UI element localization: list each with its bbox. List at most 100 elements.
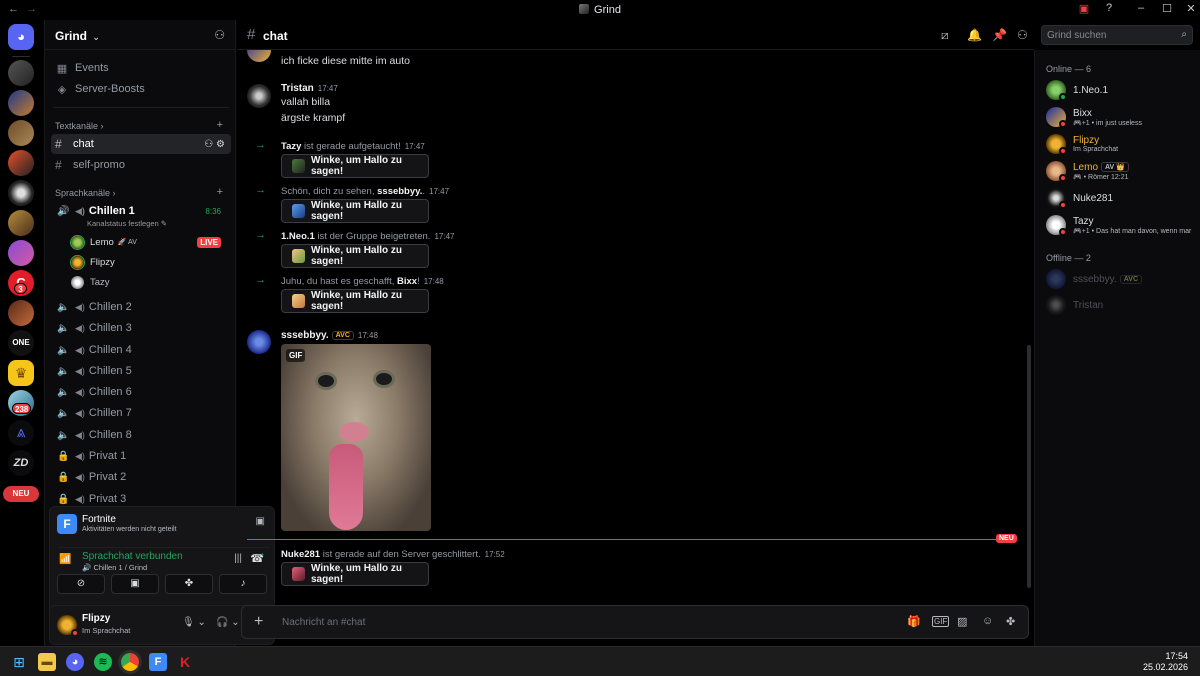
voice-channel-chillen-1[interactable]: 🔊 ◀) Chillen 1 8:36 [51, 201, 231, 221]
channel-settings-icons[interactable]: ⚇ ⚙ [204, 139, 225, 150]
server-icon[interactable] [8, 300, 34, 326]
avatar[interactable] [247, 330, 271, 354]
sticker-picker-icon[interactable]: ▨ [957, 615, 967, 628]
gift-icon[interactable]: 🎁 [907, 615, 921, 628]
sticker-icon [292, 159, 305, 173]
voice-status-setter[interactable]: Kanalstatus festlegen ✎ [87, 219, 167, 228]
message-author[interactable]: sssebbyy. AVC 17:48 [281, 330, 378, 341]
server-boosts-item[interactable]: ◈ Server-Boosts [51, 79, 231, 99]
add-channel-icon[interactable]: + [217, 186, 223, 198]
message-composer[interactable]: + Nachricht an #chat 🎁 GIF ▨ ☺ ✤ [241, 605, 1029, 639]
crown-server-icon[interactable]: ♛ [8, 360, 34, 386]
member-item[interactable]: Nuke281 [1046, 188, 1196, 210]
voice-channel[interactable]: 🔈 ◀) Chillen 2 [51, 297, 231, 317]
screen-share-button[interactable]: ▣ [111, 574, 159, 594]
close-button[interactable]: ✕ [1180, 2, 1200, 18]
system-user[interactable]: Nuke281 [281, 549, 320, 560]
minimize-button[interactable]: – [1130, 2, 1152, 18]
voice-user-flipzy[interactable]: Flipzy [71, 253, 115, 271]
wave-button[interactable]: Winke, um Hallo zu sagen! [281, 562, 429, 586]
activities-button[interactable]: ✤ [165, 574, 213, 594]
app-x-icon[interactable]: K [176, 653, 194, 671]
fortnite-taskbar-icon[interactable]: F [149, 653, 167, 671]
voice-channel[interactable]: 🔈 ◀) Chillen 6 [51, 382, 231, 402]
server-icon[interactable]: ⩓ [8, 420, 34, 446]
avatar[interactable] [247, 84, 271, 108]
member-item[interactable]: Lemo AV 👑 🎮 • Römer 12:21 [1046, 161, 1196, 183]
server-icon[interactable] [8, 120, 34, 146]
server-icon[interactable] [8, 60, 34, 86]
discord-taskbar-icon[interactable]: ◕ [66, 653, 84, 671]
wave-button[interactable]: Winke, um Hallo zu sagen! [281, 199, 429, 223]
apps-icon[interactable]: ✤ [1006, 615, 1015, 628]
server-icon[interactable] [8, 240, 34, 266]
system-user[interactable]: Tazy [281, 141, 301, 152]
microphone-icon[interactable]: 🎙 ⌄ [182, 617, 206, 628]
windows-start-icon[interactable]: ⊞ [10, 653, 28, 671]
voice-connected-label[interactable]: Sprachchat verbunden [82, 551, 183, 562]
new-badge[interactable]: NEU [3, 486, 39, 502]
invite-people-icon[interactable]: ⚇ [214, 28, 225, 42]
voice-channel-locked[interactable]: 🔒 ◀) Privat 1 [51, 446, 231, 466]
voice-channel[interactable]: 🔈 ◀) Chillen 4 [51, 340, 231, 360]
avatar[interactable] [247, 50, 271, 62]
add-channel-icon[interactable]: + [217, 119, 223, 131]
discord-home-icon[interactable]: ◕ [8, 24, 34, 50]
chat-scrollbar[interactable] [1027, 345, 1031, 588]
message-author[interactable]: Tristan 17:47 [281, 83, 338, 94]
wave-button[interactable]: Winke, um Hallo zu sagen! [281, 154, 429, 178]
voice-channel[interactable]: 🔈 ◀) Chillen 7 [51, 403, 231, 423]
wave-label: Winke, um Hallo zu sagen! [311, 563, 403, 585]
user-name[interactable]: Flipzy [82, 613, 110, 624]
member-item[interactable]: Flipzy Im Sprachchat [1046, 134, 1196, 156]
emoji-icon[interactable]: ☺ [982, 615, 993, 627]
maximize-button[interactable]: ☐ [1156, 2, 1178, 18]
gif-image[interactable]: GIF [281, 344, 431, 531]
channel-chat[interactable]: # chat ⚇ ⚙ [51, 134, 231, 154]
server-icon[interactable]: ZD [8, 450, 34, 476]
inbox-icon[interactable]: ▣ [1073, 2, 1095, 18]
wave-label: Winke, um Hallo zu sagen! [311, 200, 403, 222]
headphones-icon[interactable]: 🎧 ⌄ [216, 617, 240, 628]
member-list: Online — 6 1.Neo.1 Bixx 🎮+1 • im just us… [1034, 50, 1200, 646]
system-user[interactable]: Bixx [397, 276, 417, 287]
pin-icon[interactable]: 📌 [992, 28, 1007, 42]
spotify-icon[interactable]: ≋ [94, 653, 112, 671]
member-item[interactable]: 1.Neo.1 [1046, 80, 1196, 102]
voice-user-lemo[interactable]: Lemo 🚀 AV LIVE [71, 233, 231, 251]
gif-picker-icon[interactable]: GIF [932, 616, 950, 627]
threads-icon[interactable]: ⧄ [941, 28, 949, 43]
channel-self-promo[interactable]: # self-promo [51, 155, 231, 175]
voice-user-tazy[interactable]: Tazy [71, 273, 110, 291]
notification-bell-icon[interactable]: 🔔 [967, 28, 982, 42]
attach-plus-icon[interactable]: + [254, 613, 263, 631]
server-icon[interactable] [8, 210, 34, 236]
member-item[interactable]: sssebbyy. AVC [1046, 269, 1196, 291]
server-icon[interactable] [8, 150, 34, 176]
system-user[interactable]: sssebbyy. [377, 186, 422, 197]
taskbar-clock[interactable]: 17:54 25.02.2026 [1143, 651, 1188, 673]
server-icon[interactable] [8, 180, 34, 206]
voice-channel-locked[interactable]: 🔒 ◀) Privat 2 [51, 467, 231, 487]
voice-channel[interactable]: 🔈 ◀) Chillen 8 [51, 425, 231, 445]
help-icon[interactable]: ? [1098, 2, 1120, 18]
events-item[interactable]: ▦ Events [51, 58, 231, 78]
guild-header[interactable]: Grind ⌄ ⚇ [45, 20, 235, 50]
member-item[interactable]: Tristan [1046, 295, 1196, 317]
file-explorer-icon[interactable]: ▬ [38, 653, 56, 671]
member-item[interactable]: Tazy 🎮+1 • Das hat man davon, wenn mar [1046, 215, 1196, 237]
server-icon[interactable]: ONE [8, 330, 34, 356]
chrome-icon[interactable] [121, 653, 139, 671]
system-user[interactable]: 1.Neo.1 [281, 231, 315, 242]
voice-channel[interactable]: 🔈 ◀) Chillen 3 [51, 318, 231, 338]
member-list-icon[interactable]: ⚇ [1017, 28, 1028, 42]
member-item[interactable]: Bixx 🎮+1 • im just useless [1046, 107, 1196, 129]
search-input[interactable]: Grind suchen ⌕ [1041, 25, 1193, 45]
voice-channel[interactable]: 🔈 ◀) Chillen 5 [51, 361, 231, 381]
category-text-channels[interactable]: Textkanäle › [55, 121, 104, 131]
camera-button[interactable]: ⊘ [57, 574, 105, 594]
category-voice-channels[interactable]: Sprachkanäle › [55, 188, 116, 198]
server-icon[interactable] [8, 90, 34, 116]
wave-button[interactable]: Winke, um Hallo zu sagen! [281, 244, 429, 268]
wave-button[interactable]: Winke, um Hallo zu sagen! [281, 289, 429, 313]
